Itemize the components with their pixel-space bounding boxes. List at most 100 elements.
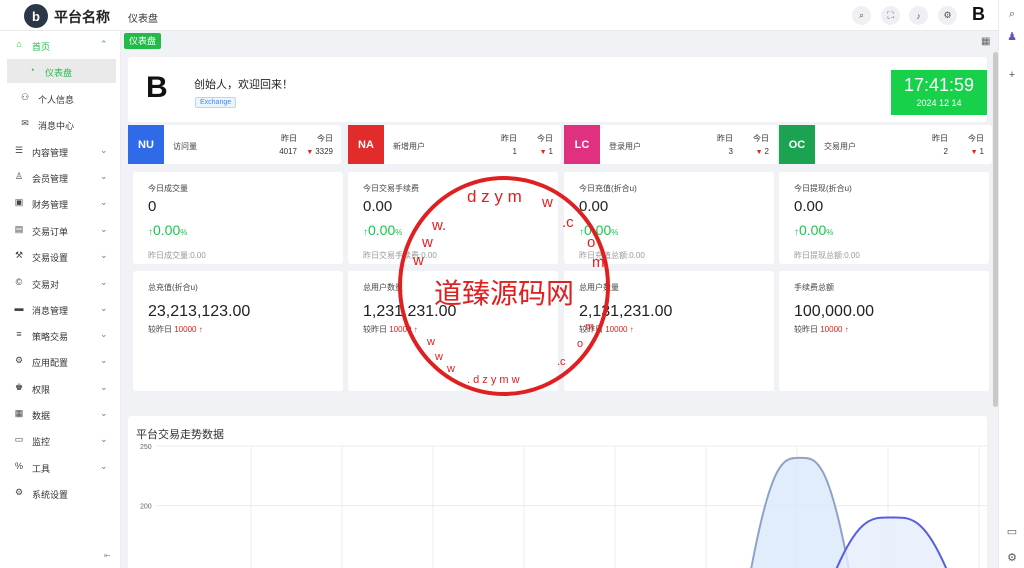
search-icon[interactable]: ⌕ bbox=[852, 6, 871, 25]
sidebar-item-14[interactable]: ♚ 权限 ⌄ bbox=[0, 376, 121, 400]
stat-badge: OC bbox=[779, 125, 815, 164]
chart-ytick-label: 200 bbox=[140, 504, 152, 511]
stat-card: OC 交易用户 昨日 2 今日 ▼ 1 bbox=[779, 125, 992, 164]
stat-yesterday-label: 昨日 bbox=[281, 134, 297, 143]
down-arrow-icon: ▼ bbox=[306, 149, 316, 156]
sidebar-item-11[interactable]: ▬ 消息管理 ⌄ bbox=[0, 297, 121, 321]
total-title: 总用户数量 bbox=[579, 283, 619, 292]
chevron-icon: ⌄ bbox=[100, 145, 108, 155]
total-foot-value: 10000 bbox=[389, 325, 412, 334]
total-value: 1,231,231.00 bbox=[363, 303, 457, 320]
total-footnote: 较昨日 10000 ↑ bbox=[579, 324, 634, 335]
fullscreen-icon[interactable]: ⛶ bbox=[881, 6, 900, 25]
sidebar-item-label: 交易设置 bbox=[32, 253, 69, 263]
sidebar-item-3[interactable]: ⚇ 个人信息 bbox=[0, 86, 121, 110]
metric-change-unit: % bbox=[826, 228, 834, 237]
sidebar-item-label: 监控 bbox=[32, 437, 51, 447]
platform-logo[interactable]: b bbox=[24, 4, 48, 28]
sidebar-item-17[interactable]: % 工具 ⌄ bbox=[0, 455, 121, 479]
sidebar-item-label: 消息中心 bbox=[38, 121, 75, 131]
sidebar-item-label: 内容管理 bbox=[32, 148, 69, 158]
metric-change-value: 0.00 bbox=[799, 222, 827, 238]
total-title: 手续费总额 bbox=[794, 283, 834, 292]
settings-icon: ⚙ bbox=[14, 487, 24, 497]
sidebar-item-9[interactable]: ⚒ 交易设置 ⌄ bbox=[0, 244, 121, 268]
sidebar-item-label: 权限 bbox=[32, 385, 51, 395]
sidebar-item-16[interactable]: ▭ 监控 ⌄ bbox=[0, 428, 121, 452]
sidebar-item-7[interactable]: ▣ 财务管理 ⌄ bbox=[0, 191, 121, 215]
stat-today-value: 1 bbox=[548, 147, 553, 156]
screen-icon[interactable]: ▭ bbox=[1005, 525, 1019, 539]
metric-value: 0.00 bbox=[794, 198, 824, 215]
stat-label: 新增用户 bbox=[393, 142, 425, 151]
dashboard-content: B 创始人，欢迎回来！ Exchange 17:41:59 2024 12 14… bbox=[121, 52, 994, 568]
chart-plot: 250 200 bbox=[140, 444, 987, 568]
collapse-sidebar-icon[interactable]: ⇤ bbox=[104, 551, 111, 560]
total-value: 23,213,123.00 bbox=[148, 303, 251, 320]
sidebar-item-18[interactable]: ⚙ 系统设置 bbox=[0, 481, 121, 505]
sidebar-item-6[interactable]: ♙ 会员管理 ⌄ bbox=[0, 165, 121, 189]
total-foot-label: 较昨日 bbox=[579, 325, 603, 334]
sidebar-item-8[interactable]: ▤ 交易订单 ⌄ bbox=[0, 218, 121, 242]
sidebar-item-label: 消息管理 bbox=[32, 306, 69, 316]
tab-dashboard[interactable]: 仪表盘 bbox=[124, 33, 162, 49]
chevron-icon: ⌄ bbox=[100, 171, 108, 181]
dashboard-icon: ◔ bbox=[29, 65, 35, 75]
stat-today-value: 3329 bbox=[315, 147, 333, 156]
stat-today-label: 今日 bbox=[537, 134, 553, 143]
total-value: 100,000.00 bbox=[794, 303, 875, 320]
chevron-icon: ⌄ bbox=[100, 197, 108, 207]
menu-icon: ≡ bbox=[16, 329, 22, 339]
metric-footnote: 昨日提现总额:0.00 bbox=[794, 251, 860, 260]
metric-card: 今日成交量 0 ↑0.00% 昨日成交量:0.00 bbox=[133, 172, 343, 264]
stat-today: 今日 ▼ 3329 bbox=[306, 133, 333, 156]
chevron-icon: ⌄ bbox=[100, 277, 108, 287]
stat-today: 今日 ▼ 2 bbox=[753, 133, 769, 156]
sidebar-item-10[interactable]: © 交易对 ⌄ bbox=[0, 271, 121, 295]
avatar-icon[interactable]: ♟ bbox=[1005, 30, 1019, 44]
logo-letter: b bbox=[32, 8, 40, 24]
sidebar-item-1[interactable]: ⌂ 首页 ⌃ bbox=[0, 33, 121, 57]
gear-icon[interactable]: ⚙ bbox=[1005, 551, 1019, 565]
chevron-icon: ⌄ bbox=[100, 224, 108, 234]
sidebar-item-13[interactable]: ⚙ 应用配置 ⌄ bbox=[0, 349, 121, 373]
sidebar-item-12[interactable]: ≡ 策略交易 ⌄ bbox=[0, 323, 121, 347]
total-card: 手续费总额 100,000.00 较昨日 10000 ↑ bbox=[779, 271, 989, 391]
plus-icon[interactable]: + bbox=[1005, 68, 1019, 82]
stat-today-row: ▼ 2 bbox=[753, 147, 769, 156]
welcome-card: B 创始人，欢迎回来！ Exchange 17:41:59 2024 12 14 bbox=[128, 57, 987, 122]
settings-icon[interactable]: ⚙ bbox=[938, 6, 957, 25]
brand-b-icon: B bbox=[146, 71, 168, 104]
down-arrow-icon: ▼ bbox=[539, 149, 549, 156]
stat-badge: NU bbox=[128, 125, 164, 164]
clock-time: 17:41:59 bbox=[903, 75, 975, 95]
welcome-greeting: 创始人，欢迎回来！ bbox=[194, 79, 293, 91]
clock: 17:41:59 2024 12 14 bbox=[891, 70, 987, 115]
metric-value: 0.00 bbox=[579, 198, 609, 215]
search-icon[interactable]: ⌕ bbox=[1005, 7, 1019, 21]
grid-icon[interactable]: ▦ bbox=[981, 36, 990, 47]
up-arrow-icon: ↑ bbox=[842, 325, 849, 334]
total-footnote: 较昨日 10000 ↑ bbox=[794, 324, 849, 335]
sidebar-item-label: 策略交易 bbox=[32, 332, 69, 342]
stat-badge: LC bbox=[564, 125, 600, 164]
finance-icon: ▣ bbox=[14, 197, 24, 207]
scrollbar[interactable] bbox=[993, 52, 998, 407]
sidebar-item-5[interactable]: ☰ 内容管理 ⌄ bbox=[0, 139, 121, 163]
metric-change: ↑0.00% bbox=[148, 222, 187, 238]
brand-logo[interactable]: B bbox=[972, 4, 985, 25]
sidebar-item-4[interactable]: ✉ 消息中心 bbox=[0, 112, 121, 136]
stat-card: NU 访问量 昨日 4017 今日 ▼ 3329 bbox=[128, 125, 341, 164]
platform-name: 平台名称 bbox=[54, 9, 110, 25]
stat-yesterday-value: 2 bbox=[943, 147, 948, 156]
bell-icon[interactable]: ♪ bbox=[909, 6, 928, 25]
chart-series-area-2 bbox=[835, 516, 948, 568]
stat-badge: NA bbox=[348, 125, 384, 164]
total-value: 2,131,231.00 bbox=[579, 303, 673, 320]
sidebar: ⌂ 首页 ⌃ ◔ 仪表盘 ⚇ 个人信息 ✉ 消息中心 ☰ 内容管理 ⌄ ♙ 会员管理 ⌄ ▣ 财务管理 ⌄ ▤ 交易订… bbox=[0, 31, 121, 568]
sidebar-item-15[interactable]: ▦ 数据 ⌄ bbox=[0, 402, 121, 426]
stat-yesterday-label: 昨日 bbox=[932, 134, 948, 143]
sidebar-item-2[interactable]: ◔ 仪表盘 bbox=[7, 59, 116, 83]
right-rail: ⌕ ♟ + ▭ ⚙ bbox=[998, 0, 1024, 568]
message-icon: ✉ bbox=[21, 118, 29, 128]
